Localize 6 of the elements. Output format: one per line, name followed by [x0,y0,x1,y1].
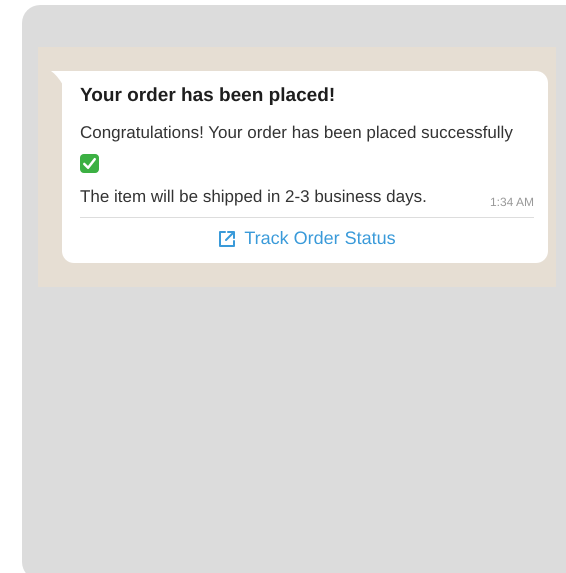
message-title: Your order has been placed! [80,85,336,107]
message-time: 1:34 AM [490,195,534,209]
message-text: Congratulations! Your order has been placed successfully [80,123,513,142]
external-link-icon [218,230,236,248]
check-mark-icon [80,154,99,173]
message-text: The item will be shipped in 2-3 business days. [80,187,427,206]
